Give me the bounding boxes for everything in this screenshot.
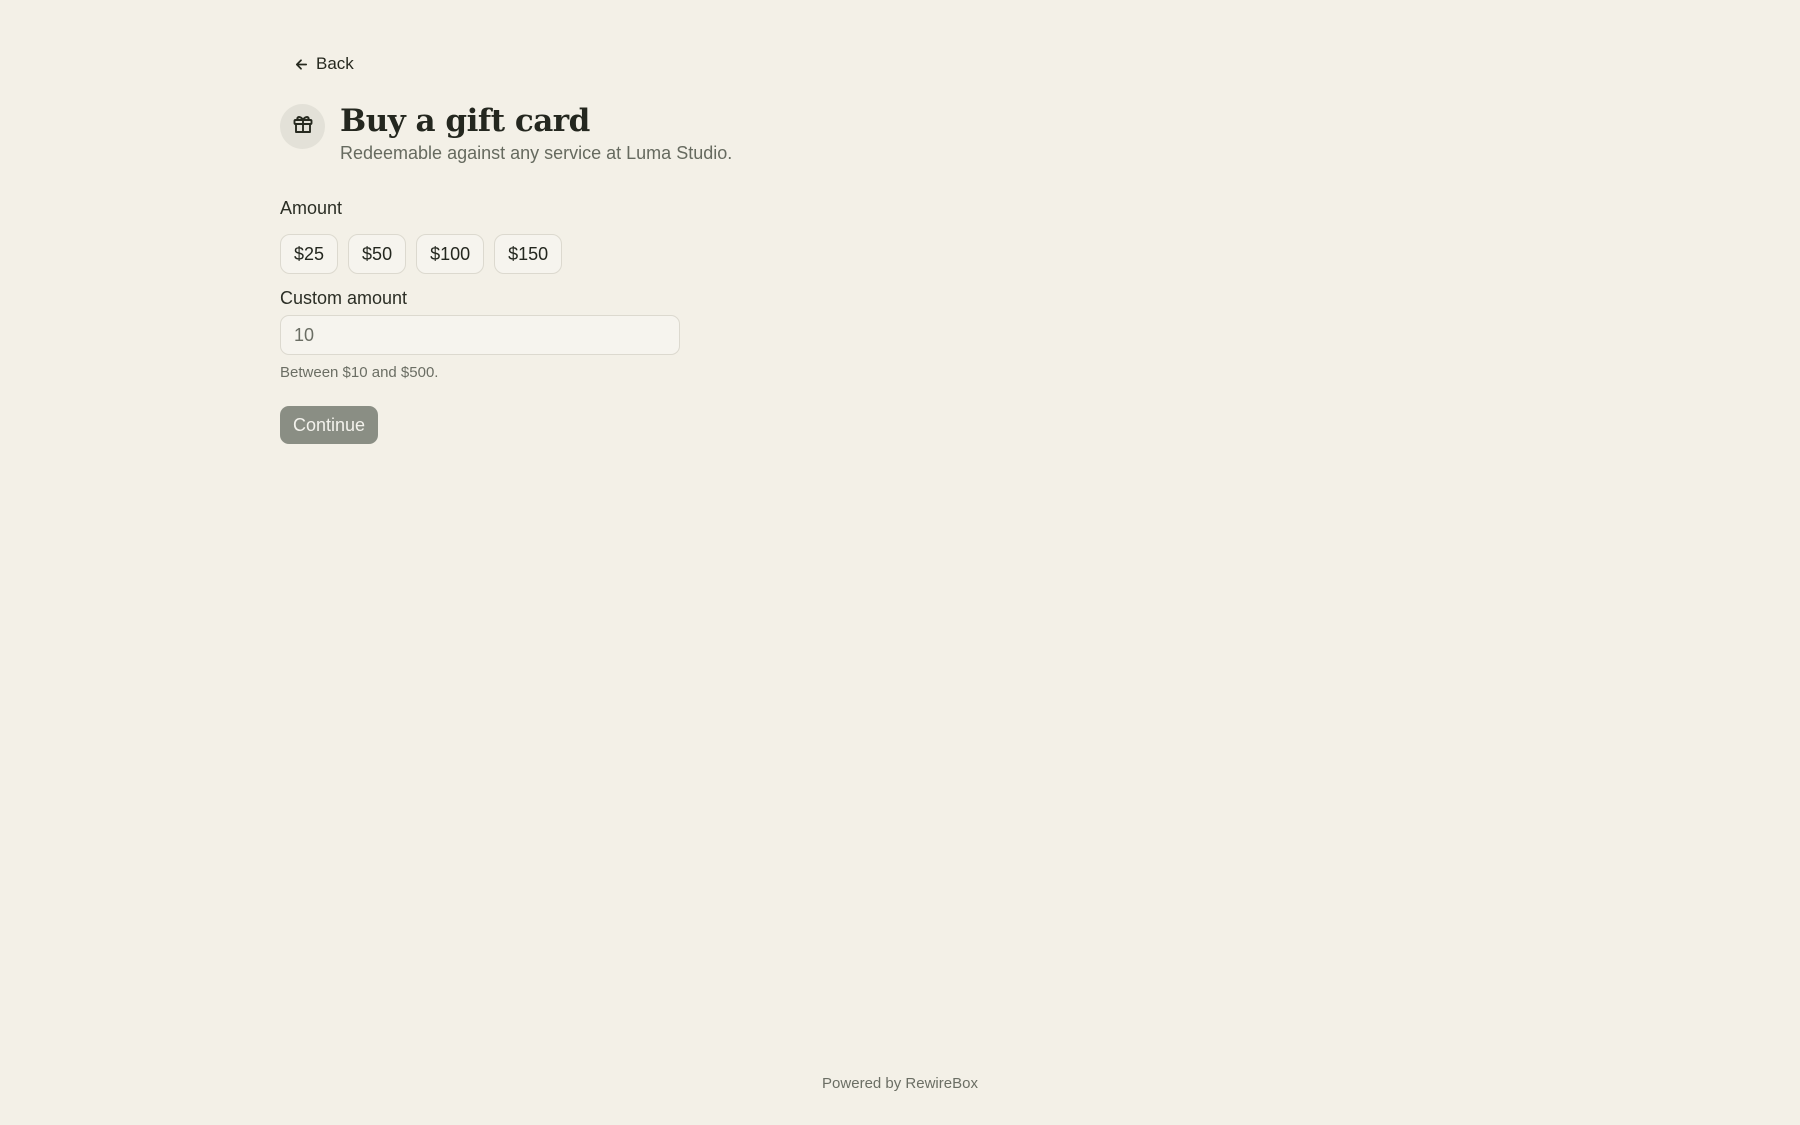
- back-label: Back: [316, 54, 354, 73]
- gift-card-page: Back Buy a gift card Redeemable against …: [280, 48, 980, 444]
- custom-amount-hint: Between $10 and $500.: [280, 364, 439, 381]
- page-title: Buy a gift card: [340, 103, 590, 139]
- custom-amount-label: Custom amount: [280, 288, 408, 308]
- amount-option-150[interactable]: $150: [494, 234, 563, 274]
- page-subtitle: Redeemable against any service at Luma S…: [340, 143, 733, 163]
- continue-button[interactable]: Continue: [280, 406, 379, 444]
- back-button[interactable]: Back: [280, 48, 368, 80]
- arrow-left-icon: [294, 57, 309, 72]
- page-header: Buy a gift card Redeemable against any s…: [280, 101, 980, 164]
- title-block: Buy a gift card Redeemable against any s…: [340, 101, 732, 164]
- gift-icon-badge: [280, 104, 325, 149]
- footer-powered-by: Powered by RewireBox: [822, 1075, 978, 1092]
- amount-option-25[interactable]: $25: [280, 234, 339, 274]
- gift-icon: [291, 112, 315, 141]
- custom-amount-input[interactable]: [280, 315, 680, 355]
- amount-option-100[interactable]: $100: [416, 234, 485, 274]
- amount-label: Amount: [280, 198, 343, 218]
- amount-option-50[interactable]: $50: [348, 234, 407, 274]
- amount-options: $25 $50 $100 $150: [280, 234, 980, 274]
